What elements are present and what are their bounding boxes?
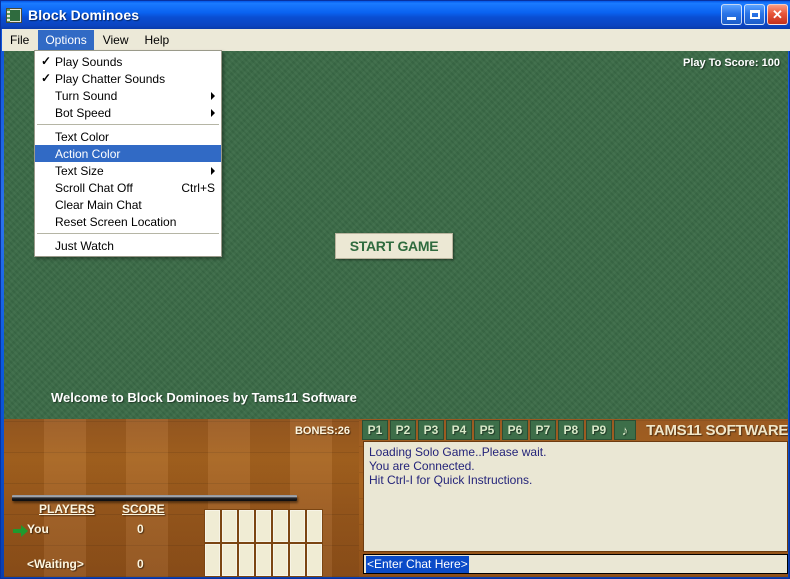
app-grid-icon [6,7,22,23]
welcome-message: Welcome to Block Dominoes by Tams11 Soft… [51,390,357,405]
menu-item-bot-speed[interactable]: Bot Speed [35,104,221,121]
menu-item-label: Clear Main Chat [55,197,142,212]
close-button[interactable]: ✕ [767,4,788,25]
close-icon: ✕ [772,7,783,22]
window-controls: ✕ [721,4,788,25]
menu-bar: File Options View Help [2,29,790,51]
player-tab-p1[interactable]: P1 [362,420,388,440]
chat-panel: P1 P2 P3 P4 P5 P6 P7 P8 P9 ♪ TAMS11 SOFTWARE Loadi… [359,419,788,577]
player-row-name: <Waiting> [27,557,84,571]
chevron-right-icon [211,108,215,117]
menu-separator [37,124,219,125]
domino-tile[interactable] [221,509,238,543]
chat-log: Loading Solo Game..Please wait. You are C… [363,441,788,552]
chat-line: Hit Ctrl-I for Quick Instructions. [369,473,533,487]
player-hand[interactable] [204,509,323,577]
menu-separator [37,233,219,234]
domino-tile[interactable] [255,509,272,543]
menu-item-label: Action Color [55,146,121,161]
column-header-players: PLAYERS [39,502,95,516]
domino-tile[interactable] [306,543,323,577]
menu-item-label: Text Size [55,163,104,178]
menu-item-action-color[interactable]: Action Color [35,145,221,162]
domino-tile[interactable] [272,543,289,577]
play-to-score-label: Play To Score: 100 [682,57,780,69]
chat-line: Loading Solo Game..Please wait. [369,445,547,459]
brand-label: TAMS11 SOFTWARE [646,421,788,439]
player-tab-p3[interactable]: P3 [417,420,444,440]
menu-item-accelerator: Ctrl+S [181,180,215,195]
menu-item-label: Play Sounds [55,54,123,69]
menu-item-label: Just Watch [55,238,114,253]
menu-item-clear-main-chat[interactable]: Clear Main Chat [35,196,221,213]
chat-input[interactable]: <Enter Chat Here> [363,554,788,574]
player-tab-p7[interactable]: P7 [529,420,556,440]
chat-input-value: <Enter Chat Here> [366,555,469,573]
domino-tile[interactable] [204,543,221,577]
menu-help[interactable]: Help [138,30,177,50]
menu-item-turn-sound[interactable]: Turn Sound [35,87,221,104]
checkmark-icon: ✓ [41,71,52,85]
menu-item-scroll-chat-off[interactable]: Scroll Chat Off Ctrl+S [35,179,221,196]
bones-count-label: BONES:26 [294,425,350,437]
table-rail [12,495,297,501]
menu-file[interactable]: File [3,30,36,50]
menu-item-text-size[interactable]: Text Size [35,162,221,179]
domino-tile[interactable] [289,509,306,543]
menu-item-reset-screen-location[interactable]: Reset Screen Location [35,213,221,230]
domino-tile[interactable] [238,543,255,577]
column-header-score: SCORE [122,502,165,516]
player-row-score: 0 [137,557,144,571]
title-bar: Block Dominoes ✕ [1,1,790,29]
domino-tile[interactable] [255,543,272,577]
player-row-name: You [27,522,49,536]
menu-item-label: Scroll Chat Off [55,180,133,195]
minimize-button[interactable] [721,4,742,25]
player-tab-p6[interactable]: P6 [501,420,528,440]
menu-item-play-chatter-sounds[interactable]: ✓ Play Chatter Sounds [35,70,221,87]
player-tab-p9[interactable]: P9 [585,420,612,440]
domino-tile[interactable] [306,509,323,543]
application-window: Block Dominoes ✕ File Options View Help … [0,0,790,579]
menu-item-just-watch[interactable]: Just Watch [35,237,221,254]
player-tab-bar: P1 P2 P3 P4 P5 P6 P7 P8 P9 ♪ TAMS11 SOFTWARE [359,419,788,441]
player-tab-p2[interactable]: P2 [389,420,416,440]
domino-tile[interactable] [272,509,289,543]
domino-tile[interactable] [221,543,238,577]
start-game-button[interactable]: START GAME [335,233,453,259]
menu-item-label: Bot Speed [55,105,112,120]
chat-line: You are Connected. [369,459,475,473]
menu-item-label: Play Chatter Sounds [55,71,166,86]
player-tab-p5[interactable]: P5 [473,420,500,440]
domino-tile[interactable] [238,509,255,543]
player-row-score: 0 [137,522,144,536]
start-game-label: START GAME [349,238,439,254]
menu-item-label: Turn Sound [55,88,118,103]
menu-item-label: Reset Screen Location [55,214,177,229]
player-tab-p8[interactable]: P8 [557,420,584,440]
menu-view[interactable]: View [96,30,136,50]
domino-tile[interactable] [204,509,221,543]
checkmark-icon: ✓ [41,54,52,68]
options-dropdown-menu: ✓ Play Sounds ✓ Play Chatter Sounds Turn Sou… [34,50,222,257]
menu-item-label: Text Color [55,129,110,144]
chevron-right-icon [211,166,215,175]
player-tab-p4[interactable]: P4 [445,420,472,440]
music-note-icon[interactable]: ♪ [613,420,637,440]
chevron-right-icon [211,91,215,100]
menu-options[interactable]: Options [38,29,94,50]
window-title: Block Dominoes [28,7,140,23]
maximize-button[interactable] [744,4,765,25]
menu-item-text-color[interactable]: Text Color [35,128,221,145]
domino-tile[interactable] [289,543,306,577]
menu-item-play-sounds[interactable]: ✓ Play Sounds [35,53,221,70]
